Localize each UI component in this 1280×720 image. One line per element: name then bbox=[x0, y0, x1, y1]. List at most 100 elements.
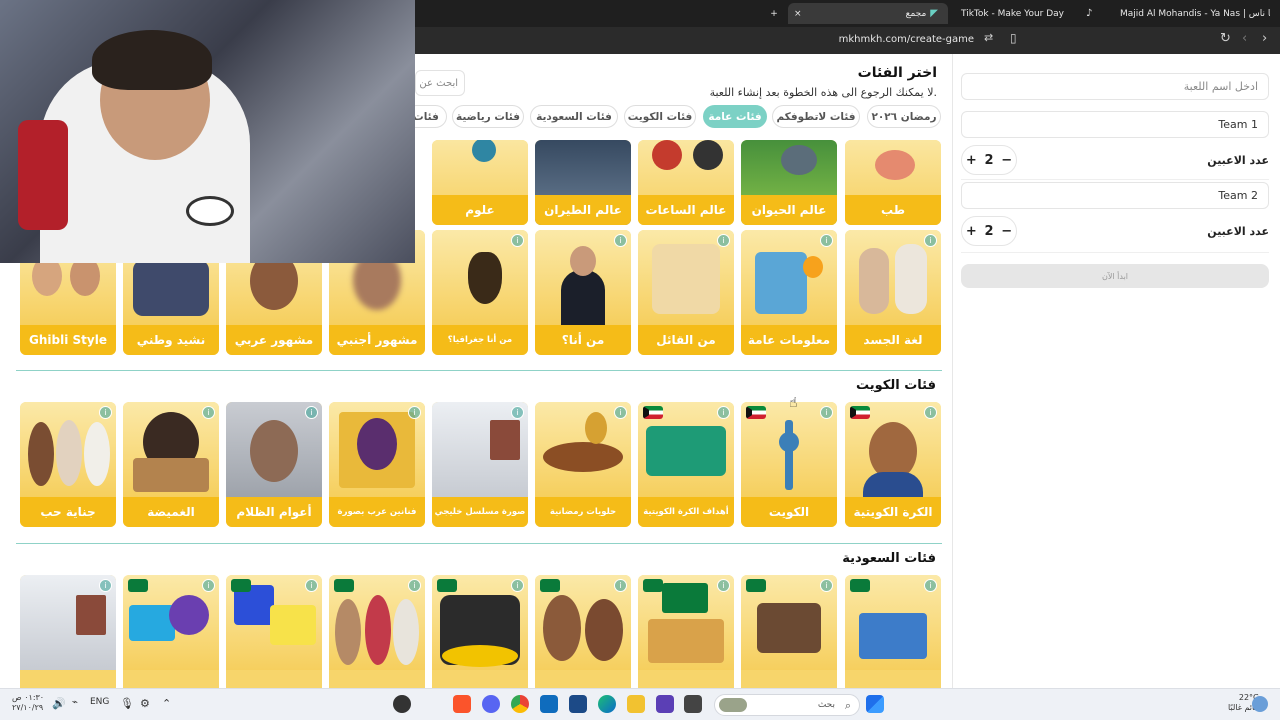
category-card[interactable]: علوم bbox=[432, 140, 528, 225]
category-card[interactable]: i bbox=[226, 575, 322, 688]
category-card[interactable]: i أعوام الظلام bbox=[226, 402, 322, 527]
site-settings-icon[interactable]: ⇄ bbox=[984, 31, 993, 44]
category-search-input[interactable]: ابحث عن bbox=[415, 70, 465, 96]
info-icon[interactable]: i bbox=[408, 406, 421, 419]
category-card[interactable]: i bbox=[20, 575, 116, 688]
info-icon[interactable]: i bbox=[924, 234, 937, 247]
app-icon[interactable] bbox=[656, 695, 674, 713]
category-card[interactable]: عالم الطيران bbox=[535, 140, 631, 225]
team2-players-stepper[interactable]: + 2 − bbox=[961, 216, 1017, 246]
info-icon[interactable]: i bbox=[614, 406, 627, 419]
category-card[interactable]: عالم الساعات bbox=[638, 140, 734, 225]
game-name-input[interactable]: ادخل اسم اللعبة bbox=[961, 73, 1269, 100]
section-divider bbox=[16, 370, 942, 371]
chip-kuwait[interactable]: فئات الكويت bbox=[624, 105, 696, 128]
bookmark-icon[interactable]: ▯ bbox=[1010, 31, 1017, 45]
microphone-icon[interactable]: 🎙 bbox=[120, 697, 134, 710]
category-card[interactable]: i معلومات عامة bbox=[741, 230, 837, 355]
chip-ramadan[interactable]: رمضان ٢٠٢٦ bbox=[867, 105, 941, 128]
team2-name-input[interactable]: Team 2 bbox=[961, 182, 1269, 209]
edge-icon[interactable] bbox=[598, 695, 616, 713]
info-icon[interactable]: i bbox=[511, 406, 524, 419]
category-card[interactable]: i bbox=[741, 575, 837, 688]
category-card[interactable]: i الكويت bbox=[741, 402, 837, 527]
category-card[interactable]: i bbox=[845, 575, 941, 688]
info-icon[interactable]: i bbox=[408, 579, 421, 592]
decrement-button[interactable]: − bbox=[1001, 224, 1012, 239]
discord-icon[interactable] bbox=[482, 695, 500, 713]
category-card[interactable]: i صورة مسلسل خليجي bbox=[432, 402, 528, 527]
url-text[interactable]: mkhmkh.com/create-game bbox=[839, 34, 974, 45]
close-tab-icon[interactable]: × bbox=[794, 9, 802, 19]
new-tab-button[interactable]: + bbox=[765, 3, 783, 24]
category-card[interactable]: i الغميضة bbox=[123, 402, 219, 527]
category-card[interactable]: i bbox=[432, 575, 528, 688]
category-card[interactable]: i حلويات رمضانية bbox=[535, 402, 631, 527]
store-icon[interactable] bbox=[569, 695, 587, 713]
terminal-icon[interactable] bbox=[684, 695, 702, 713]
category-card[interactable]: i فنانين عرب بصورة bbox=[329, 402, 425, 527]
category-card[interactable]: i bbox=[329, 575, 425, 688]
info-icon[interactable]: i bbox=[511, 234, 524, 247]
info-icon[interactable]: i bbox=[614, 579, 627, 592]
info-icon[interactable]: i bbox=[202, 406, 215, 419]
info-icon[interactable]: i bbox=[202, 579, 215, 592]
security-icon[interactable]: ⚙ bbox=[140, 697, 150, 710]
info-icon[interactable]: i bbox=[924, 406, 937, 419]
info-icon[interactable]: i bbox=[305, 579, 318, 592]
category-card[interactable]: i bbox=[638, 575, 734, 688]
category-card[interactable]: عالم الحيوان bbox=[741, 140, 837, 225]
outlook-icon[interactable] bbox=[540, 695, 558, 713]
info-icon[interactable]: i bbox=[717, 579, 730, 592]
tab-active[interactable]: × مجمع ◤ bbox=[788, 3, 948, 24]
explorer-icon[interactable] bbox=[627, 695, 645, 713]
info-icon[interactable]: i bbox=[614, 234, 627, 247]
category-card[interactable]: i الكرة الكويتية bbox=[845, 402, 941, 527]
info-icon[interactable]: i bbox=[511, 579, 524, 592]
info-icon[interactable]: i bbox=[820, 579, 833, 592]
chip-sports[interactable]: فئات رياضية bbox=[452, 105, 524, 128]
category-card[interactable]: i جناية حب bbox=[20, 402, 116, 527]
category-card[interactable]: i bbox=[535, 575, 631, 688]
chip-latatofkom[interactable]: فئات لاتطوفكم bbox=[772, 105, 860, 128]
decrement-button[interactable]: − bbox=[1001, 153, 1012, 168]
category-card[interactable]: i bbox=[123, 575, 219, 688]
team1-name-input[interactable]: Team 1 bbox=[961, 111, 1269, 138]
team1-players-stepper[interactable]: + 2 − bbox=[961, 145, 1017, 175]
info-icon[interactable]: i bbox=[99, 579, 112, 592]
category-card[interactable]: i أهداف الكرة الكويتية bbox=[638, 402, 734, 527]
category-card[interactable]: طب bbox=[845, 140, 941, 225]
category-card[interactable]: i من أنا جغرافيا؟ bbox=[432, 230, 528, 355]
network-icon[interactable]: ⌁ bbox=[72, 697, 78, 708]
windows-start-icon[interactable] bbox=[866, 695, 884, 713]
info-icon[interactable]: i bbox=[820, 234, 833, 247]
category-card[interactable]: i من أنا؟ bbox=[535, 230, 631, 355]
info-icon[interactable]: i bbox=[717, 406, 730, 419]
info-icon[interactable]: i bbox=[717, 234, 730, 247]
info-icon[interactable]: i bbox=[99, 406, 112, 419]
language-indicator[interactable]: ENG bbox=[90, 697, 109, 707]
info-icon[interactable]: i bbox=[820, 406, 833, 419]
back-icon[interactable]: ‹ bbox=[1242, 31, 1247, 46]
info-icon[interactable]: i bbox=[305, 406, 318, 419]
increment-button[interactable]: + bbox=[966, 224, 977, 239]
chrome-icon[interactable] bbox=[511, 695, 529, 713]
category-card[interactable]: i من القائل bbox=[638, 230, 734, 355]
start-game-button[interactable]: ابدأ الآن bbox=[961, 264, 1269, 288]
obs-icon[interactable] bbox=[393, 695, 411, 713]
chip-general[interactable]: فئات عامة bbox=[703, 105, 767, 128]
forward-icon[interactable]: › bbox=[1262, 31, 1267, 46]
brave-icon[interactable] bbox=[453, 695, 471, 713]
clock[interactable]: ٠١:٣٠ ص ٢٧/١٠/٢٩ bbox=[12, 693, 44, 712]
tray-chevron-icon[interactable]: ⌃ bbox=[162, 697, 171, 710]
tab-youtube[interactable]: Majid Al Mohandis - Ya Nas | يا ناس -▶ bbox=[1120, 3, 1270, 24]
chip-saudi[interactable]: فئات السعودية bbox=[530, 105, 618, 128]
taskbar-search[interactable]: بحث ⌕ bbox=[714, 694, 860, 716]
info-icon[interactable]: i bbox=[924, 579, 937, 592]
category-card[interactable]: i لغة الجسد bbox=[845, 230, 941, 355]
tab-tiktok[interactable]: TikTok - Make Your Day bbox=[955, 3, 1075, 24]
reload-icon[interactable]: ↻ bbox=[1220, 31, 1231, 46]
increment-button[interactable]: + bbox=[966, 153, 977, 168]
chip-more[interactable]: فئات bbox=[415, 105, 447, 128]
volume-icon[interactable]: 🔊 bbox=[52, 697, 66, 710]
